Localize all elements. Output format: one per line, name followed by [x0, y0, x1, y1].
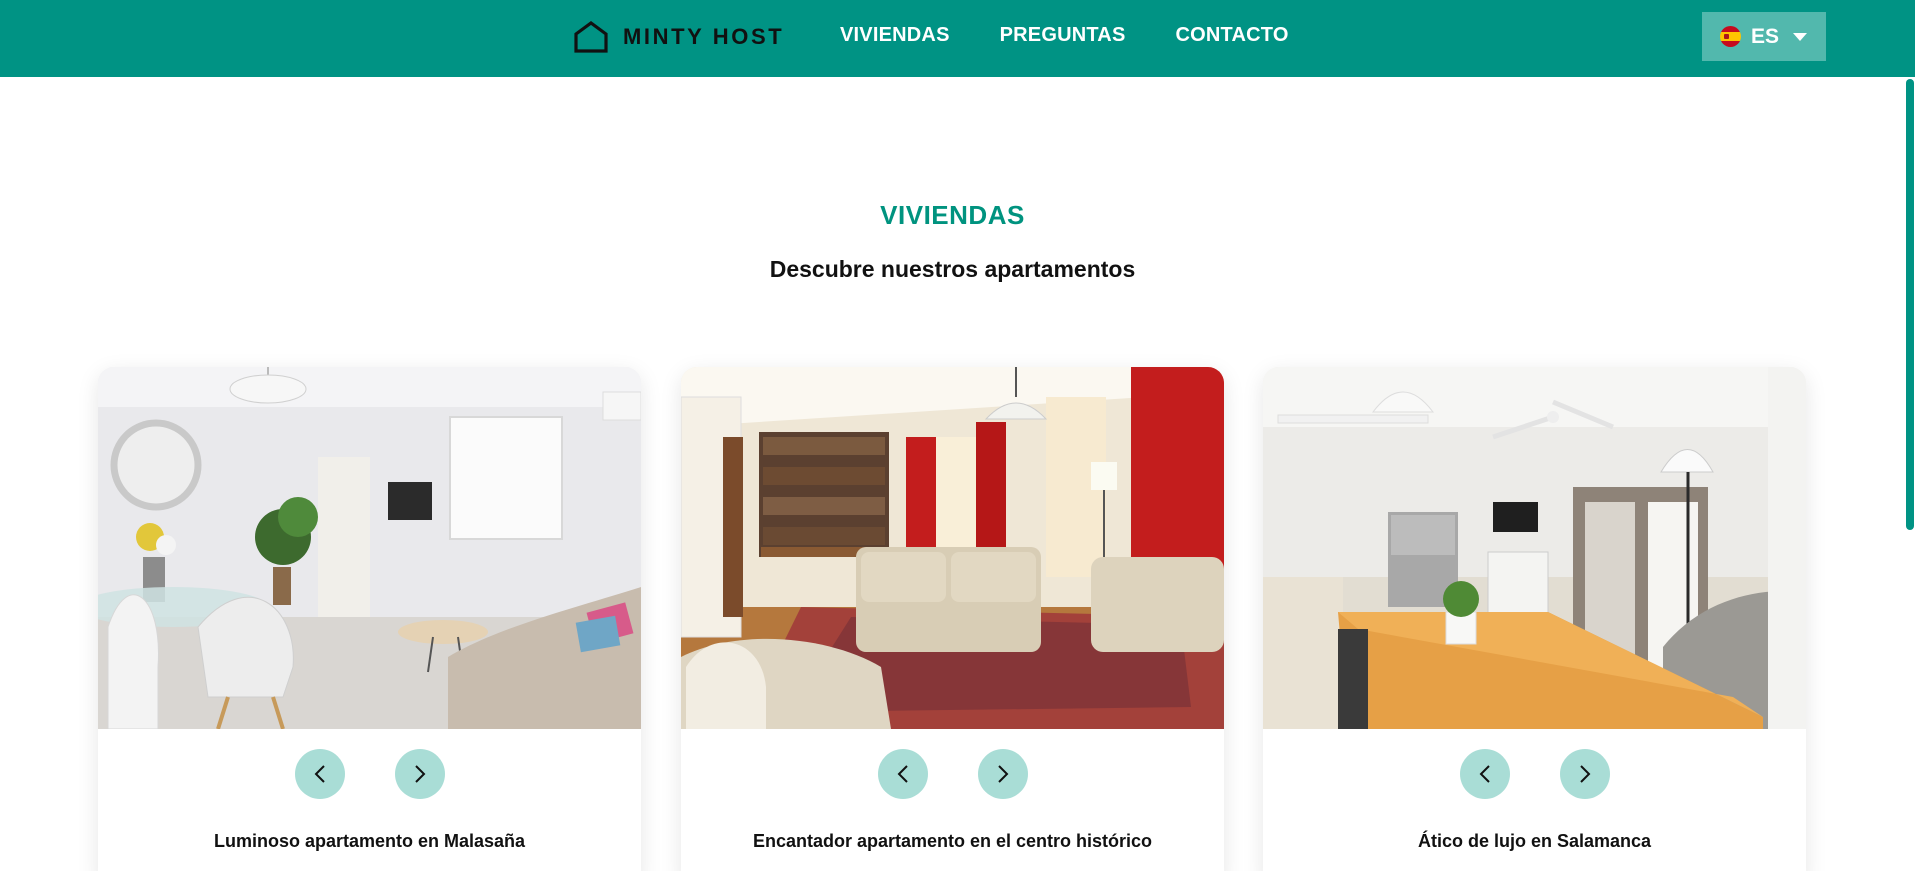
caret-down-icon — [1793, 32, 1808, 41]
next-photo-button[interactable] — [1559, 749, 1610, 799]
chevron-right-icon — [997, 765, 1008, 783]
listing-title[interactable]: Luminoso apartamento en Malasaña — [98, 831, 641, 852]
previous-photo-button[interactable] — [1459, 749, 1510, 799]
carousel-controls — [681, 749, 1224, 799]
chevron-right-icon — [414, 765, 425, 783]
house-icon — [574, 21, 608, 53]
brand-logo[interactable]: MINTY HOST — [573, 20, 784, 54]
section-title: VIVIENDAS — [880, 200, 1025, 230]
previous-photo-button[interactable] — [877, 749, 928, 799]
chevron-left-icon — [1479, 765, 1490, 783]
spain-flag-icon — [1720, 26, 1741, 47]
carousel-controls — [1263, 749, 1806, 799]
chevron-right-icon — [1579, 765, 1590, 783]
section-subtitle: Descubre nuestros apartamentos — [769, 256, 1136, 282]
language-selector[interactable]: ES — [1702, 12, 1826, 61]
listing-title[interactable]: Encantador apartamento en el centro hist… — [681, 831, 1224, 852]
top-navigation-bar: MINTY HOST VIVIENDAS PREGUNTAS CONTACTO … — [0, 0, 1915, 77]
previous-photo-button[interactable] — [294, 749, 345, 799]
chevron-left-icon — [314, 765, 325, 783]
nav-link-preguntas[interactable]: PREGUNTAS — [1000, 24, 1126, 47]
next-photo-button[interactable] — [394, 749, 445, 799]
next-photo-button[interactable] — [977, 749, 1028, 799]
chevron-left-icon — [897, 765, 908, 783]
listing-title[interactable]: Ático de lujo en Salamanca — [1263, 831, 1806, 852]
page: MINTY HOST VIVIENDAS PREGUNTAS CONTACTO … — [0, 0, 1915, 871]
listing-photo[interactable] — [1263, 367, 1806, 729]
listing-card[interactable]: Ático de lujo en Salamanca — [1263, 367, 1806, 871]
language-code: ES — [1751, 24, 1780, 48]
carousel-controls — [98, 749, 641, 799]
brand-name: MINTY HOST — [623, 24, 785, 49]
listing-photo[interactable] — [681, 367, 1224, 729]
listing-card[interactable]: Luminoso apartamento en Malasaña — [98, 367, 641, 871]
nav-link-viviendas[interactable]: VIVIENDAS — [840, 24, 950, 47]
scrollbar-thumb[interactable] — [1906, 79, 1914, 530]
listing-card[interactable]: Encantador apartamento en el centro hist… — [681, 367, 1224, 871]
main-nav: VIVIENDAS PREGUNTAS CONTACTO — [840, 24, 1289, 47]
nav-link-contacto[interactable]: CONTACTO — [1176, 24, 1289, 47]
listing-photo[interactable] — [98, 367, 641, 729]
